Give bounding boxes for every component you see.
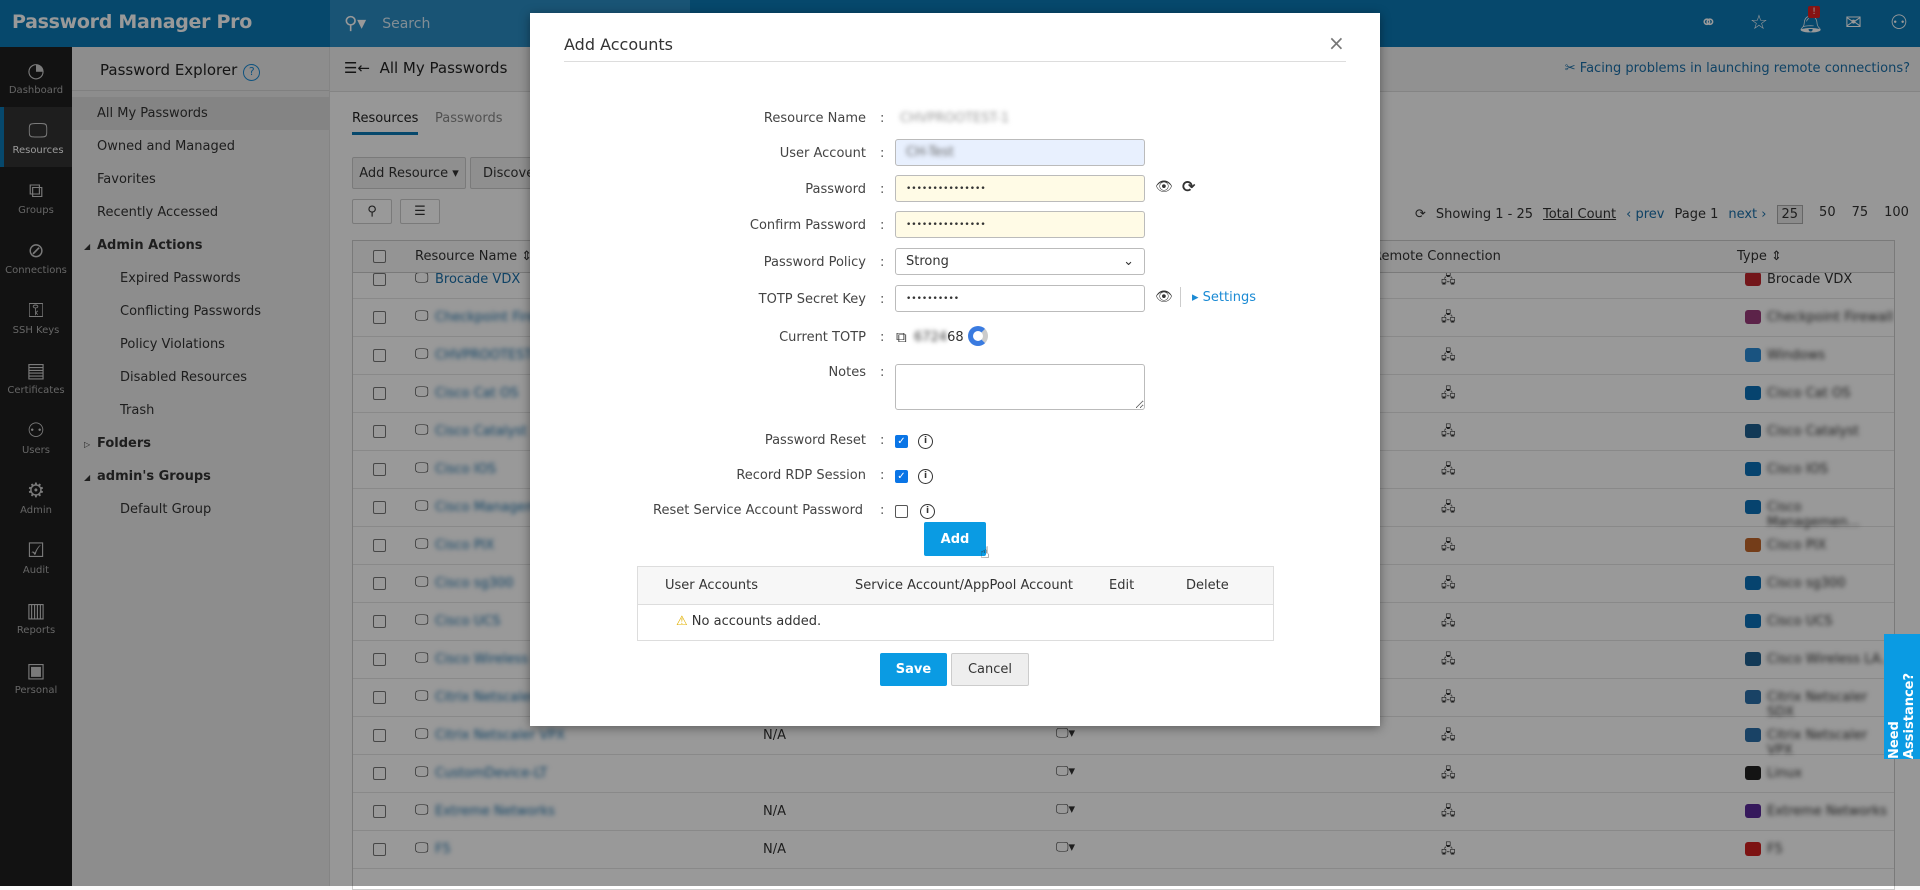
add-accounts-dialog: Add Accounts × Resource Name: CHVPROOTES… [530, 13, 1380, 726]
resource-name-value: CHVPROOTEST-1 [900, 111, 1010, 126]
reset-service-account-label: Reset Service Account Password [653, 503, 863, 518]
warning-icon: ⚠ [676, 614, 688, 629]
col-service-account: Service Account/AppPool Account [855, 578, 1073, 593]
reset-service-account-checkbox[interactable] [895, 505, 908, 518]
show-totp-eye-icon[interactable]: 👁︎ [1155, 289, 1173, 305]
chevron-down-icon: ⌄ [1123, 254, 1134, 269]
resource-name-label: Resource Name [763, 111, 866, 126]
current-totp-label: Current TOTP [779, 330, 866, 345]
colon: : [880, 365, 885, 380]
dialog-title: Add Accounts [564, 35, 673, 54]
divider [1180, 287, 1181, 307]
colon: : [880, 330, 885, 345]
col-user-accounts: User Accounts [665, 578, 759, 593]
confirm-password-input[interactable]: ••••••••••••••• [895, 211, 1145, 238]
confirm-password-label: Confirm Password [749, 218, 866, 233]
record-rdp-checkbox[interactable]: ✓ [895, 470, 908, 483]
colon: : [880, 111, 885, 126]
col-delete: Delete [1186, 578, 1229, 593]
notes-textarea[interactable] [895, 364, 1145, 410]
generate-password-icon[interactable]: ⟳ [1182, 177, 1195, 196]
need-assistance-tab[interactable]: Need Assistance? [1884, 634, 1920, 759]
settings-link[interactable]: ▸ Settings [1192, 290, 1256, 305]
info-icon[interactable]: i [918, 469, 933, 484]
colon: : [880, 146, 885, 161]
totp-timer-icon [968, 326, 988, 346]
notes-label: Notes [828, 365, 866, 380]
password-label: Password [805, 182, 866, 197]
colon: : [880, 468, 885, 483]
accounts-table: User Accounts Service Account/AppPool Ac… [637, 566, 1274, 641]
col-edit: Edit [1109, 578, 1135, 593]
show-password-eye-icon[interactable]: 👁︎ [1155, 179, 1173, 195]
record-rdp-label: Record RDP Session [736, 468, 866, 483]
colon: : [880, 255, 885, 270]
user-account-input[interactable]: CH-Test [895, 139, 1145, 166]
accounts-table-header: User Accounts Service Account/AppPool Ac… [638, 567, 1273, 605]
colon: : [880, 503, 885, 518]
add-button[interactable]: Add [924, 522, 986, 556]
hand-cursor-icon: ☝ [980, 543, 990, 562]
close-icon[interactable]: × [1328, 31, 1345, 55]
password-policy-select[interactable]: Strong ⌄ [895, 248, 1145, 275]
colon: : [880, 292, 885, 307]
info-icon[interactable]: i [918, 434, 933, 449]
password-reset-label: Password Reset [764, 433, 866, 448]
totp-secret-input[interactable]: •••••••••• [895, 285, 1145, 312]
colon: : [880, 218, 885, 233]
divider [564, 61, 1346, 62]
cancel-button[interactable]: Cancel [951, 653, 1029, 686]
totp-secret-label: TOTP Secret Key [758, 292, 866, 307]
empty-state: ⚠ No accounts added. [676, 614, 822, 629]
user-account-label: User Account [779, 146, 866, 161]
colon: : [880, 433, 885, 448]
info-icon[interactable]: i [920, 504, 935, 519]
save-button[interactable]: Save [880, 653, 947, 686]
copy-icon[interactable]: ⧉ [896, 328, 907, 346]
password-reset-checkbox[interactable]: ✓ [895, 435, 908, 448]
password-input[interactable]: ••••••••••••••• [895, 175, 1145, 202]
password-policy-label: Password Policy [763, 255, 866, 270]
current-totp-value: 672468 [914, 330, 964, 345]
colon: : [880, 182, 885, 197]
